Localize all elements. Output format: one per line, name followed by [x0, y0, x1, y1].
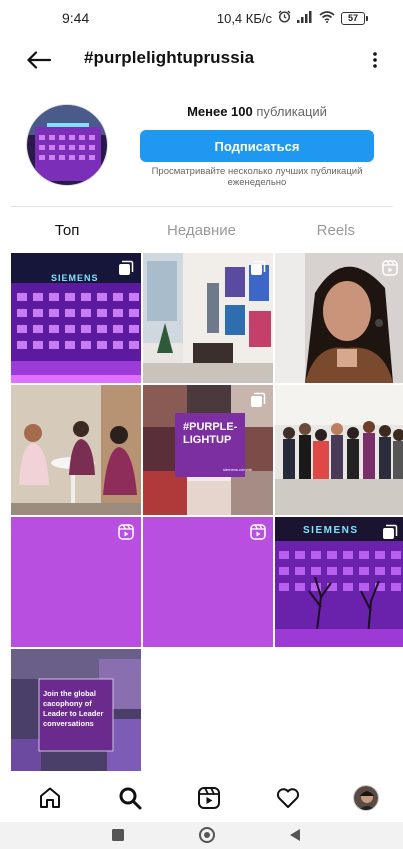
post-tile-4[interactable]: [11, 385, 141, 515]
page-title: #purplelightuprussia: [84, 48, 255, 67]
post-tile-8[interactable]: [143, 517, 273, 647]
status-bar: 9:44 10,4 КБ/с 57: [0, 0, 403, 36]
post-tile-3[interactable]: [275, 253, 403, 383]
back-button[interactable]: [24, 46, 54, 74]
post-tile-2[interactable]: [143, 253, 273, 383]
reels-icon: [382, 260, 398, 276]
network-speed: 10,4 КБ/с: [216, 10, 272, 26]
nav-home[interactable]: [36, 784, 64, 812]
collage-url: siemens.com/de: [223, 467, 253, 472]
reels-icon: [198, 787, 220, 809]
recents-square-icon: [112, 829, 124, 841]
post-tile-6[interactable]: [275, 385, 403, 515]
heart-icon: [276, 788, 300, 808]
system-back-button[interactable]: [288, 828, 302, 847]
home-icon: [40, 787, 60, 808]
signal-icon: [297, 10, 313, 26]
collage-hashtag: #PURPLE- LIGHTUP: [183, 421, 238, 446]
carousel-icon: [119, 260, 134, 275]
alarm-icon: [278, 10, 291, 26]
nav-activity[interactable]: [274, 784, 302, 812]
post-count: Менее 100 публикаций: [140, 104, 374, 119]
back-triangle-icon: [290, 829, 300, 841]
back-arrow-icon: [27, 51, 51, 69]
recents-button[interactable]: [111, 828, 125, 847]
follow-note: Просматривайте несколько лучших публикац…: [151, 166, 363, 188]
carousel-icon: [251, 392, 266, 407]
more-vertical-icon: [373, 52, 377, 68]
post-tile-7[interactable]: [11, 517, 141, 647]
battery-level: 57: [347, 13, 358, 23]
carousel-icon: [251, 260, 266, 275]
battery-icon: 57: [341, 11, 368, 25]
home-circle-icon: [199, 827, 215, 843]
more-options-button[interactable]: [365, 46, 385, 74]
post-tile-1[interactable]: SIEMENS: [11, 253, 141, 383]
bottom-nav: [0, 772, 403, 822]
status-indicators: 10,4 КБ/с 57: [216, 10, 368, 26]
profile-avatar: [353, 785, 379, 811]
meeting-image: [11, 385, 141, 515]
post-tile-9[interactable]: SIEMENS: [275, 517, 403, 647]
post-count-label: публикаций: [252, 104, 327, 119]
nav-profile[interactable]: [352, 784, 380, 812]
app-header: #purplelightuprussia: [0, 38, 403, 82]
siemens-sign: SIEMENS: [51, 273, 99, 283]
nav-reels[interactable]: [195, 784, 223, 812]
follow-button[interactable]: Подписаться: [140, 130, 374, 162]
home-button[interactable]: [198, 826, 216, 849]
siemens-sign: SIEMENS: [303, 525, 359, 536]
post-count-value: Менее 100: [187, 104, 253, 119]
tab-reels[interactable]: Reels: [269, 212, 403, 248]
search-icon: [119, 787, 142, 810]
tab-recent[interactable]: Недавние: [134, 212, 268, 248]
tabs: Топ Недавние Reels: [0, 212, 403, 248]
post-tile-5[interactable]: #PURPLE- LIGHTUP siemens.com/de: [143, 385, 273, 515]
system-nav: [0, 822, 403, 849]
nav-search[interactable]: [116, 784, 144, 812]
wifi-icon: [319, 10, 335, 26]
divider: [10, 206, 393, 207]
tab-top[interactable]: Топ: [0, 212, 134, 248]
hashtag-avatar: [26, 104, 108, 186]
reels-icon: [118, 524, 134, 540]
group-photo-image: [275, 385, 403, 515]
leader-promo-text: Join the global cacophony of Leader to L…: [43, 689, 104, 728]
carousel-icon: [383, 524, 398, 539]
post-tile-10[interactable]: Join the global cacophony of Leader to L…: [11, 649, 141, 771]
status-time: 9:44: [62, 10, 90, 26]
reels-icon: [250, 524, 266, 540]
